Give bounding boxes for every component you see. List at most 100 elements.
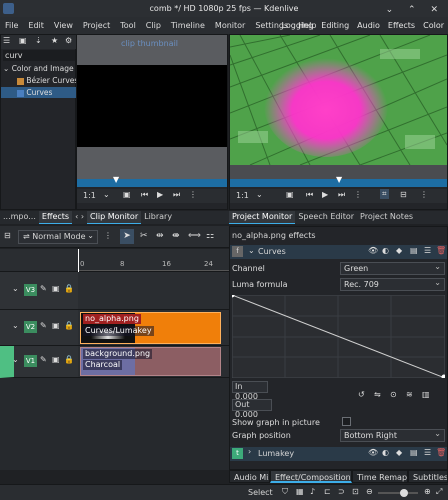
razor-tool-icon[interactable]: ✂: [140, 231, 148, 241]
download-icon[interactable]: ⇣: [35, 36, 42, 45]
track-tag[interactable]: V2: [24, 321, 37, 333]
playhead-marker[interactable]: ▼: [113, 175, 119, 184]
tree-item-curves[interactable]: Curves: [1, 87, 77, 98]
zoom-slider-handle[interactable]: [400, 489, 408, 497]
timeline-ruler[interactable]: 0 8 16 24: [78, 249, 229, 272]
show-graph-checkbox[interactable]: [342, 417, 351, 426]
curves-graph[interactable]: [232, 295, 445, 378]
expand-icon[interactable]: ⤢: [436, 487, 442, 497]
ripple-tool-icon[interactable]: ⟺: [188, 231, 201, 241]
effects-icon[interactable]: ✎: [40, 284, 47, 293]
chevron-down-icon[interactable]: ⌄: [12, 284, 19, 293]
save-icon[interactable]: ▣: [19, 36, 27, 45]
keyframe-icon[interactable]: ◆: [396, 448, 402, 457]
effect-curves-header[interactable]: f ⌄ Curves 👁 ◐ ◆ ▤ ☰ 🗑: [230, 245, 447, 259]
slip-tool-icon[interactable]: ⇼: [172, 231, 180, 241]
spacer-tool-icon[interactable]: ⇹: [156, 231, 164, 241]
split-icon[interactable]: ⊟: [400, 190, 407, 199]
track-tag[interactable]: V3: [24, 284, 37, 296]
tab-speech-editor[interactable]: Speech Editor: [295, 211, 357, 223]
settings-icon[interactable]: ⚙: [65, 36, 72, 45]
menu-file[interactable]: File: [0, 17, 23, 34]
select-tool-icon[interactable]: ➤: [120, 229, 134, 244]
effects-icon[interactable]: ✎: [40, 355, 47, 364]
frame-icon[interactable]: ▣: [286, 190, 294, 199]
tab-effects[interactable]: Effects: [38, 211, 73, 224]
crop-icon[interactable]: ⌗: [380, 189, 389, 199]
menu-icon[interactable]: ☰: [3, 36, 10, 45]
fit-zoom-icon[interactable]: ⊡: [352, 487, 359, 496]
hide-track-icon[interactable]: ▣: [52, 355, 60, 364]
track-tag[interactable]: V1: [24, 355, 37, 367]
multicam-icon[interactable]: ⚏: [206, 231, 214, 241]
edit-mode-select[interactable]: ⇌ Normal Mode ⌄: [18, 230, 98, 244]
project-zoom-label[interactable]: 1:1: [236, 191, 249, 200]
effect-lumakey-header[interactable]: t › Lumakey 👁 ◐ ◆ ▤ ☰ 🗑: [230, 447, 447, 461]
menu-clip[interactable]: Clip: [141, 17, 166, 34]
clip-background[interactable]: background.png Charcoal: [80, 347, 221, 376]
hide-track-icon[interactable]: ▣: [52, 321, 60, 330]
curve-reset-icon[interactable]: ↺: [358, 390, 365, 399]
tab-clip-monitor[interactable]: Clip Monitor: [87, 211, 142, 224]
compare-icon[interactable]: ◐: [382, 246, 389, 255]
chevron-down-icon[interactable]: ⌄: [256, 190, 263, 199]
rewind-icon[interactable]: ⏮: [141, 190, 148, 200]
chevron-down-icon[interactable]: ⌄: [12, 321, 19, 330]
layout-audio[interactable]: Audio: [353, 17, 384, 34]
audio-icon[interactable]: ♪: [310, 487, 315, 496]
compare-icon[interactable]: ◐: [382, 448, 389, 457]
tab-compositions[interactable]: ...mpo...: [0, 211, 39, 223]
curve-smooth-icon[interactable]: ≋: [406, 390, 413, 399]
hide-track-icon[interactable]: ▣: [52, 284, 60, 293]
preset-icon[interactable]: ▤: [410, 246, 418, 255]
zoom-slider[interactable]: [378, 489, 418, 497]
tree-item-bezier-curves[interactable]: Bézier Curves: [1, 75, 78, 86]
chevron-down-icon[interactable]: ⌄: [248, 246, 255, 255]
layout-logging[interactable]: Logging: [278, 17, 318, 34]
menu-edit[interactable]: Edit: [23, 17, 49, 34]
more-icon[interactable]: ⋮: [354, 190, 362, 199]
curve-out-field[interactable]: Out 0.000: [232, 399, 272, 419]
tab-subtitles[interactable]: Subtitles: [408, 470, 448, 483]
timeline-playhead[interactable]: [78, 249, 79, 272]
menu-icon[interactable]: ☰: [424, 246, 431, 255]
favorite-icon[interactable]: ★: [51, 36, 58, 45]
curve-fit-icon[interactable]: ▥: [422, 390, 430, 399]
menu-tool[interactable]: Tool: [115, 17, 141, 34]
keyframe-icon[interactable]: ◆: [396, 246, 402, 255]
chevron-down-icon[interactable]: ⌄: [103, 190, 110, 199]
tag-icon[interactable]: ⛉: [282, 487, 288, 497]
menu-project[interactable]: Project: [78, 17, 115, 34]
effects-search-input[interactable]: curv: [3, 50, 75, 61]
more-icon[interactable]: ⋮: [189, 190, 197, 199]
curve-in-field[interactable]: In 0.000: [232, 381, 268, 401]
menu-monitor[interactable]: Monitor: [210, 17, 250, 34]
playhead-marker[interactable]: ▼: [336, 175, 342, 184]
curve-flip-icon[interactable]: ⇋: [374, 390, 381, 399]
project-ruler[interactable]: ▼: [230, 175, 447, 187]
curve-point-icon[interactable]: ⊙: [390, 390, 397, 399]
menu-view[interactable]: View: [49, 17, 78, 34]
tab-effect-composition-stack[interactable]: Effect/Composition S...: [270, 470, 352, 483]
chevron-down-icon[interactable]: ⌄: [12, 355, 19, 364]
more-icon[interactable]: ⋮: [104, 231, 112, 240]
rewind-icon[interactable]: ⏮: [306, 190, 313, 200]
film-icon[interactable]: ▦: [296, 487, 304, 496]
play-icon[interactable]: ▶: [322, 190, 328, 199]
luma-formula-select[interactable]: Rec. 709: [340, 277, 445, 291]
tab-nav-arrows[interactable]: ‹ ›: [72, 211, 87, 223]
tab-project-monitor[interactable]: Project Monitor: [229, 211, 296, 224]
forward-icon[interactable]: ⏭: [338, 190, 345, 200]
magnet-icon[interactable]: ⊃: [338, 487, 345, 496]
channel-select[interactable]: Green: [340, 261, 445, 275]
delete-icon[interactable]: 🗑: [436, 246, 446, 255]
menu-icon[interactable]: ☰: [424, 448, 431, 457]
tab-audio-mixer[interactable]: Audio Mixer: [229, 470, 270, 483]
forward-icon[interactable]: ⏭: [173, 190, 180, 200]
chevron-right-icon[interactable]: ›: [248, 447, 251, 456]
lock-icon[interactable]: 🔒: [64, 355, 74, 364]
preset-icon[interactable]: ▤: [410, 448, 418, 457]
clip-no-alpha[interactable]: no_alpha.png Curves/Lumakey: [80, 312, 221, 344]
layout-effects[interactable]: Effects: [384, 17, 419, 34]
tab-library[interactable]: Library: [141, 211, 175, 223]
